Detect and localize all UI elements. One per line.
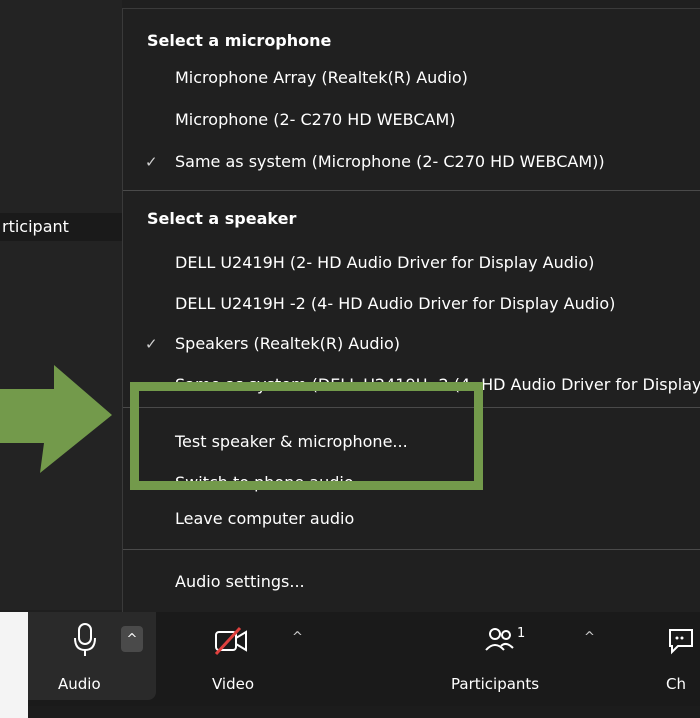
speaker-section-header: Select a speaker [147,209,297,228]
audio-label: Audio [58,675,101,693]
toolbar-edge [0,612,28,718]
speaker-option-dell-2[interactable]: DELL U2419H (2- HD Audio Driver for Disp… [175,249,594,277]
participants-label: Participants [451,675,540,693]
speaker-option-realtek[interactable]: Speakers (Realtek(R) Audio) [175,330,400,358]
audio-options-caret[interactable]: ^ [121,626,143,652]
participants-button[interactable]: 1 Participants [445,612,565,700]
menu-divider [123,549,700,550]
toolbar-footer [0,706,700,718]
video-options-caret[interactable]: ^ [292,630,303,645]
arrow-icon [0,365,112,473]
speaker-option-dell-4[interactable]: DELL U2419H -2 (4- HD Audio Driver for D… [175,290,615,318]
chat-button[interactable]: Ch [660,612,700,700]
mic-option-webcam[interactable]: Microphone (2- C270 HD WEBCAM) [175,106,456,134]
microphone-section-header: Select a microphone [147,31,332,50]
highlight-box [130,382,483,490]
video-off-icon [214,626,247,656]
check-icon: ✓ [145,153,158,171]
video-label: Video [212,675,255,693]
menu-divider [123,190,700,191]
participants-count: 1 [517,626,526,641]
audio-menu: Select a microphone Microphone Array (Re… [122,8,700,613]
participant-name-tag: rticipant [0,213,122,241]
video-area [0,0,122,610]
mic-option-same-as-system[interactable]: Same as system (Microphone (2- C270 HD W… [175,148,605,176]
leave-computer-audio-item[interactable]: Leave computer audio [175,505,354,533]
participants-options-caret[interactable]: ^ [584,630,595,645]
participants-icon [485,628,514,651]
video-button[interactable]: Video [200,612,280,700]
mic-option-array[interactable]: Microphone Array (Realtek(R) Audio) [175,64,468,92]
chat-label: Ch [666,675,686,693]
microphone-icon [74,623,96,656]
audio-settings-item[interactable]: Audio settings... [175,568,305,596]
audio-button[interactable]: Audio ^ [28,612,156,700]
check-icon: ✓ [145,335,158,353]
chat-icon [669,629,693,655]
